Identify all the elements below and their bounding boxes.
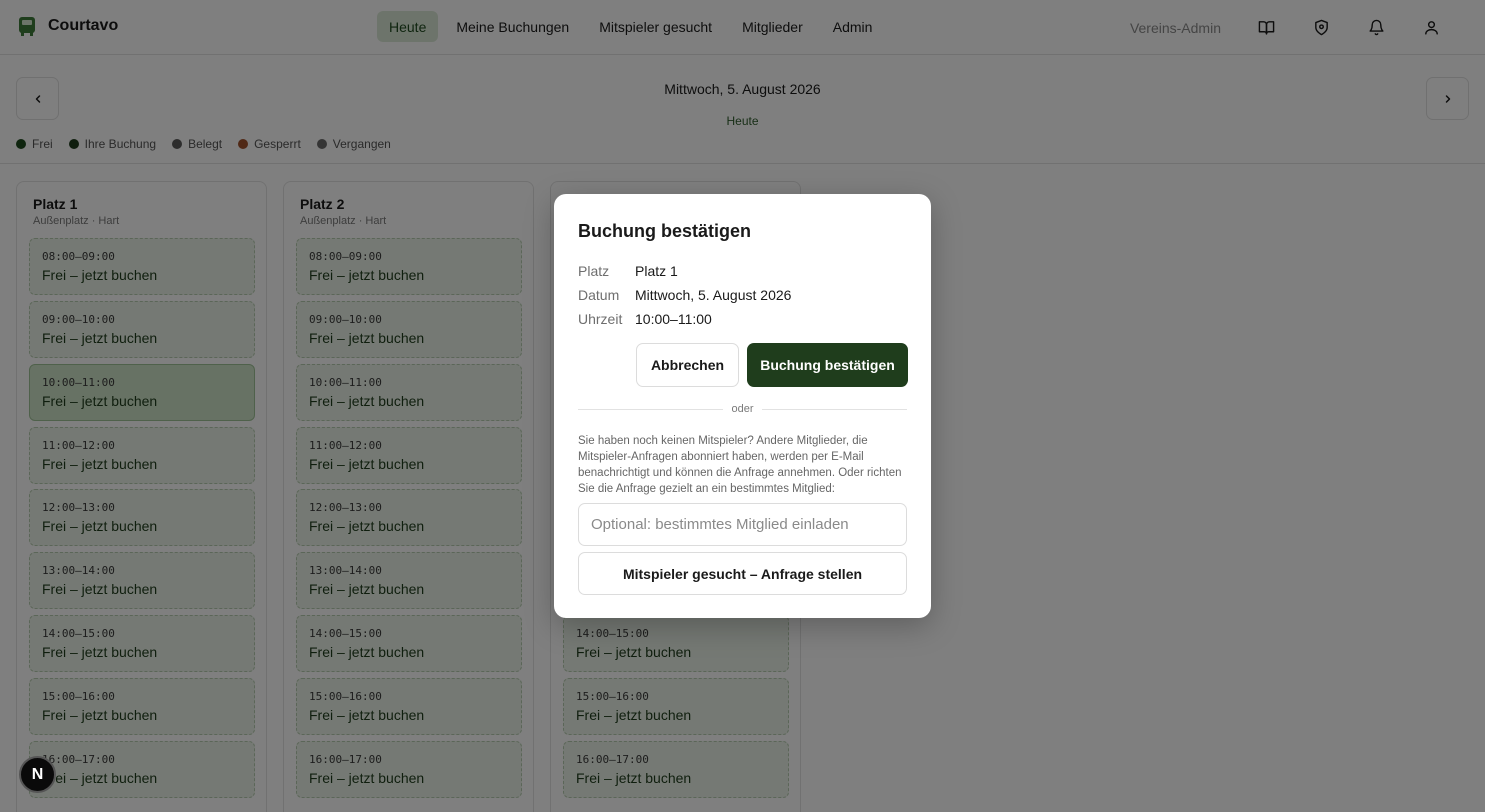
detail-row-platz: Platz Platz 1 xyxy=(578,263,678,279)
invite-member-input[interactable] xyxy=(578,503,907,546)
next-dev-badge[interactable]: N xyxy=(19,756,56,793)
detail-row-datum: Datum Mittwoch, 5. August 2026 xyxy=(578,287,791,303)
partner-request-description: Sie haben noch keinen Mitspieler? Andere… xyxy=(578,435,902,495)
divider-line xyxy=(578,408,724,410)
confirm-booking-button[interactable]: Buchung bestätigen xyxy=(747,343,908,387)
detail-row-uhrzeit: Uhrzeit 10:00–11:00 xyxy=(578,311,712,327)
or-divider: oder xyxy=(578,401,907,417)
booking-confirm-dialog: Buchung bestätigen Platz Platz 1 Datum M… xyxy=(554,194,931,618)
detail-value: Mittwoch, 5. August 2026 xyxy=(635,287,792,303)
dialog-title: Buchung bestätigen xyxy=(578,221,752,241)
detail-value: 10:00–11:00 xyxy=(635,311,712,327)
detail-key: Datum xyxy=(578,287,620,303)
request-partner-button[interactable]: Mitspieler gesucht – Anfrage stellen xyxy=(578,552,907,595)
divider-line xyxy=(761,408,907,410)
detail-key: Uhrzeit xyxy=(578,311,623,327)
divider-label: oder xyxy=(731,403,754,415)
detail-value: Platz 1 xyxy=(635,263,678,279)
detail-key: Platz xyxy=(578,263,610,279)
next-logo-letter: N xyxy=(31,765,44,783)
cancel-button[interactable]: Abbrechen xyxy=(636,343,739,387)
